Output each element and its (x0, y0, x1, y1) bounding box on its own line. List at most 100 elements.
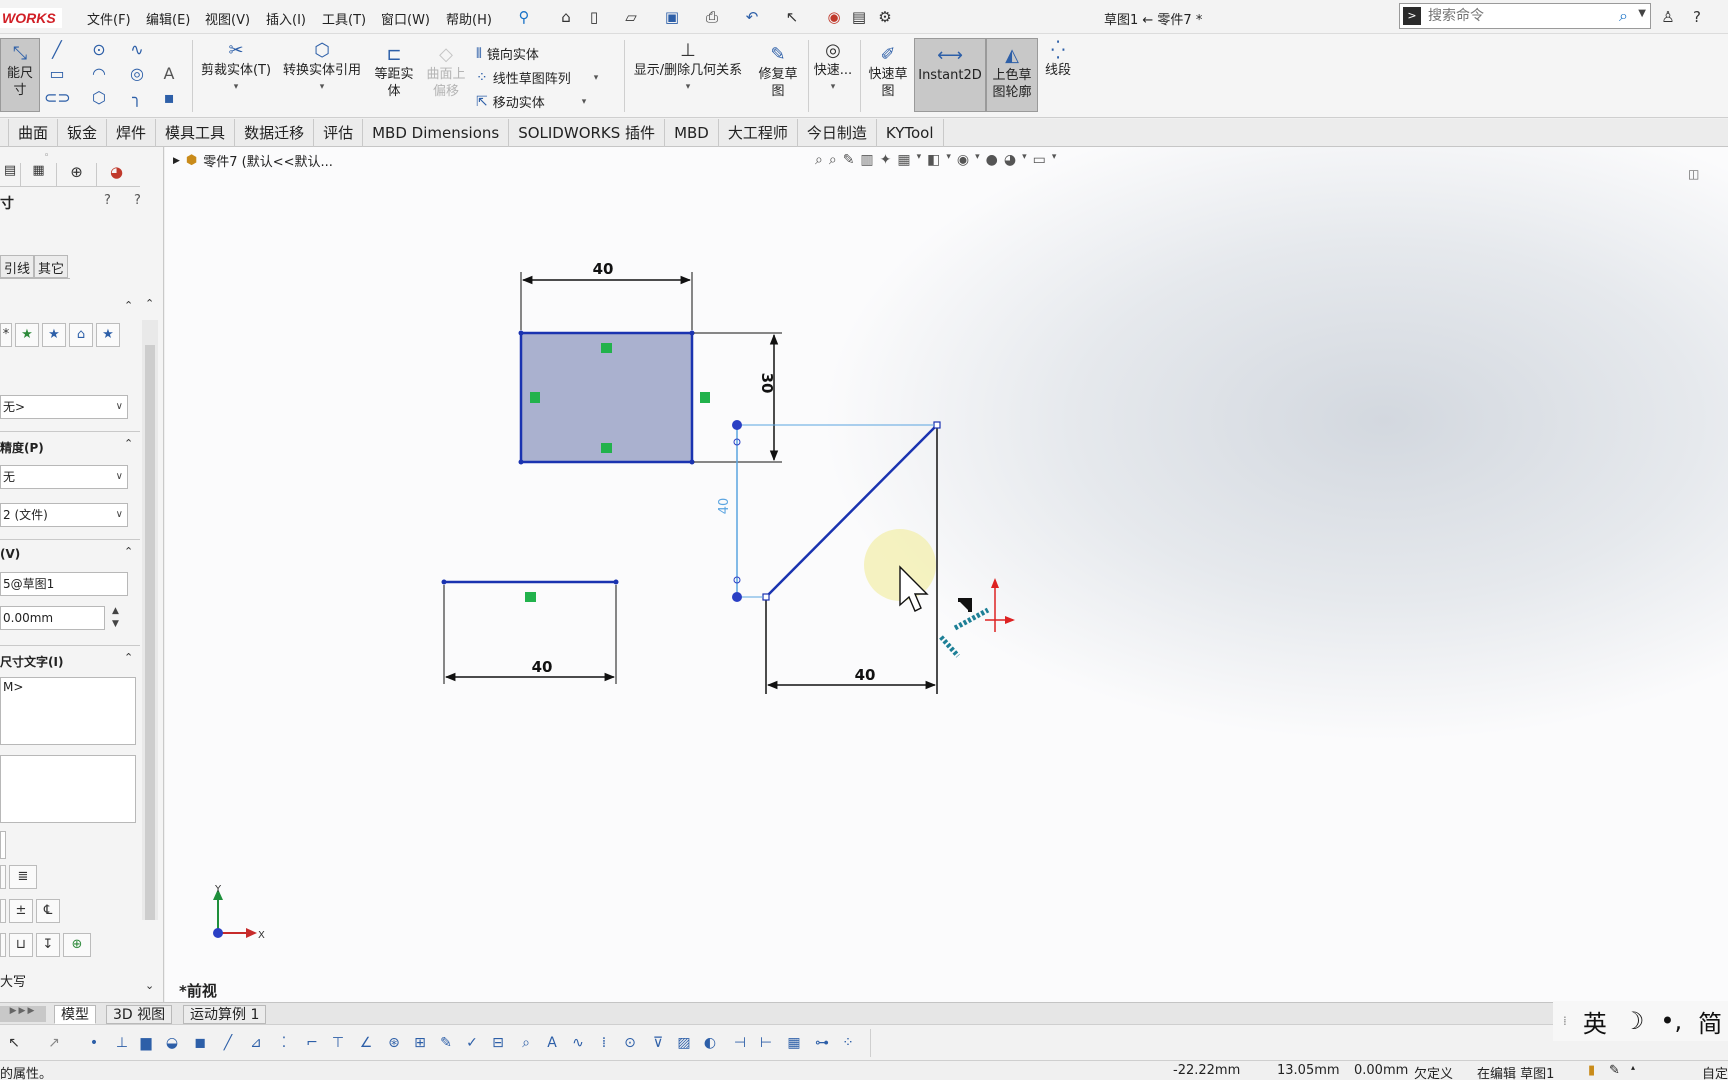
tolerance-icon[interactable]: ⊣ (730, 1033, 750, 1053)
collapse-icon[interactable]: ⌃ (124, 299, 133, 312)
undo-icon[interactable]: ↶ (743, 8, 761, 26)
new-document-icon[interactable]: ▯ (585, 8, 603, 26)
value-spinner-icon[interactable]: ▲ ▼ (112, 605, 119, 631)
justify-right-icon[interactable]: ≣ (9, 865, 37, 889)
dimension-rect-width[interactable]: 40 (520, 260, 693, 330)
tab-mbd[interactable]: MBD (665, 119, 719, 147)
tab-evaluate[interactable]: 评估 (314, 119, 364, 147)
line-icon[interactable]: ⊥ (112, 1033, 132, 1053)
feature-tree-icon[interactable]: ▤ (0, 163, 20, 186)
point-icon[interactable]: ▪ (156, 88, 182, 108)
save-icon[interactable]: ▣ (663, 8, 681, 26)
tab-model[interactable]: 模型 (54, 1005, 96, 1024)
select-filter-icon[interactable]: ↗ (44, 1033, 64, 1053)
shaded-sketch-contours-button[interactable]: ◭ 上色草 图轮廓 (986, 38, 1038, 112)
search-icon[interactable]: ⌕ (1619, 6, 1628, 26)
construction-line-icon[interactable]: ╱ (218, 1033, 238, 1053)
home-icon[interactable]: ⌂ (557, 8, 575, 26)
collapse-icon[interactable]: ⌃ (124, 651, 133, 664)
plus-minus-icon[interactable]: ± (9, 899, 33, 923)
offset-icon[interactable]: ⊿ (246, 1033, 266, 1053)
centerline-icon[interactable]: ℄ (36, 899, 60, 923)
justify-select[interactable] (0, 831, 6, 859)
menu-tools[interactable]: 工具(T) (322, 9, 366, 28)
dimension-text-box[interactable]: M> (0, 677, 136, 745)
dimension-text[interactable]: 40 (593, 260, 614, 278)
favorite-apply-icon[interactable]: * (0, 323, 12, 347)
menu-file[interactable]: 文件(F) (87, 9, 131, 28)
smart-dimension-button[interactable]: ⤡ 能尺寸 (0, 38, 40, 112)
panel-scrollbar-thumb[interactable] (145, 345, 155, 920)
property-icon[interactable]: ⊶ (812, 1033, 832, 1053)
tab-mold-tools[interactable]: 模具工具 (156, 119, 236, 147)
collapse-icon[interactable]: ⌃ (124, 545, 133, 558)
instant2d-button[interactable]: ⟷ Instant2D (914, 38, 986, 112)
ime-width-toggle-icon[interactable]: ☽ (1623, 1007, 1645, 1035)
dimension-text-box-below[interactable] (0, 755, 136, 823)
menu-edit[interactable]: 编辑(E) (146, 9, 190, 28)
ime-language-toggle[interactable]: 英 (1583, 1004, 1607, 1039)
chevron-down-icon[interactable]: ▼ (1638, 8, 1646, 19)
more-symbols-icon[interactable]: ⊕ (63, 933, 91, 957)
menu-view[interactable]: 视图(V) (205, 9, 250, 28)
convert-entities-button[interactable]: ⬡ 转换实体引用 ▾ (278, 40, 366, 96)
arc-icon[interactable]: ◒ (162, 1033, 182, 1053)
quick-snaps-button[interactable]: ◎ 快速... ▾ (810, 40, 856, 96)
ime-punctuation-toggle[interactable]: •, (1660, 1007, 1682, 1035)
dimension-triangle-width[interactable]: 40 (766, 666, 937, 690)
circle-icon[interactable]: ⊙ (86, 40, 112, 60)
sketch-rectangle[interactable] (518, 330, 711, 465)
more-tools-icon[interactable]: ⁘ (838, 1033, 858, 1053)
fillet-icon[interactable]: ╮ (124, 88, 150, 108)
text-icon[interactable]: A (542, 1033, 562, 1053)
mirror-entities-button[interactable]: ⫴ 镜向实体 (476, 44, 539, 64)
rapid-sketch-button[interactable]: ✐ 快速草 图 (864, 44, 912, 100)
display-icon[interactable]: ◐ (700, 1033, 720, 1053)
tab-sketch-partial[interactable]: ​ (0, 119, 9, 147)
tab-data-migration[interactable]: 数据迁移 (235, 119, 315, 147)
print-icon[interactable]: ⎙ (703, 8, 721, 26)
tab-leaders[interactable]: 引线 (0, 255, 35, 278)
dimension-text[interactable]: 40 (532, 658, 553, 676)
add-favorite-icon[interactable]: ★ (15, 323, 39, 347)
menu-insert[interactable]: 插入(I) (266, 9, 306, 28)
display-manager-icon[interactable]: ◕ (96, 163, 136, 186)
tab-today-manufacturing[interactable]: 今日制造 (798, 119, 877, 147)
check-icon[interactable]: ✓ (462, 1033, 482, 1053)
pin-icon[interactable]: ⚲ (515, 8, 533, 26)
rebuild-icon[interactable]: ◉ (825, 8, 843, 26)
zoom-icon[interactable]: ⊙ (620, 1033, 640, 1053)
relations-icon[interactable]: ⊟ (488, 1033, 508, 1053)
quick-tips-icon[interactable]: ✎ (1609, 1063, 1620, 1078)
cube-icon[interactable]: ◼ (190, 1033, 210, 1053)
save-favorite-icon[interactable]: ⌂ (69, 323, 93, 347)
options-gear-icon[interactable]: ⚙ (876, 8, 894, 26)
tab-scroll-arrows-icon[interactable]: ▶▶▶ (0, 1006, 46, 1022)
repair-sketch-button[interactable]: ✎ 修复草 图 (752, 44, 804, 100)
depth-icon[interactable]: ↧ (36, 933, 60, 957)
paint-icon[interactable]: ✎ (436, 1033, 456, 1053)
tab-kytool[interactable]: KYTool (877, 119, 944, 147)
funnel-icon[interactable]: ⊽ (648, 1033, 668, 1053)
align-icon[interactable]: ⊢ (756, 1033, 776, 1053)
collapse-icon[interactable]: ⌃ (124, 437, 133, 450)
tolerance-type-select[interactable]: 无 ∨ (0, 465, 128, 489)
point-icon[interactable]: ⁚ (274, 1033, 294, 1053)
file-properties-icon[interactable]: ▤ (850, 8, 868, 26)
rectangle-icon[interactable]: ▭ (44, 64, 70, 84)
precision-select[interactable]: 2 (文件) ∨ (0, 503, 128, 527)
tab-sheet-metal[interactable]: 钣金 (58, 119, 108, 147)
primary-value-field[interactable]: 0.00mm (0, 606, 105, 630)
search-command-box[interactable]: > ⌕ ▼ (1399, 3, 1651, 29)
line-icon[interactable]: ╱ (44, 40, 70, 60)
spline-icon[interactable]: ∿ (124, 40, 150, 60)
spline-icon[interactable]: ∿ (568, 1033, 588, 1053)
user-icon[interactable]: ♙ (1659, 8, 1677, 26)
counterbore-icon[interactable]: ⊔ (9, 933, 33, 957)
whats-wrong-icon[interactable]: ? (104, 193, 111, 208)
display-relations-button[interactable]: ⊥ 显示/删除几何关系 ▾ (628, 40, 748, 96)
configuration-icon[interactable]: ⊕ (56, 163, 96, 186)
favorite-select[interactable]: 无> ∨ (0, 395, 128, 419)
segment-button[interactable]: ⁛ 线段 (1040, 40, 1076, 79)
sketch-line-horizontal[interactable] (441, 579, 619, 603)
